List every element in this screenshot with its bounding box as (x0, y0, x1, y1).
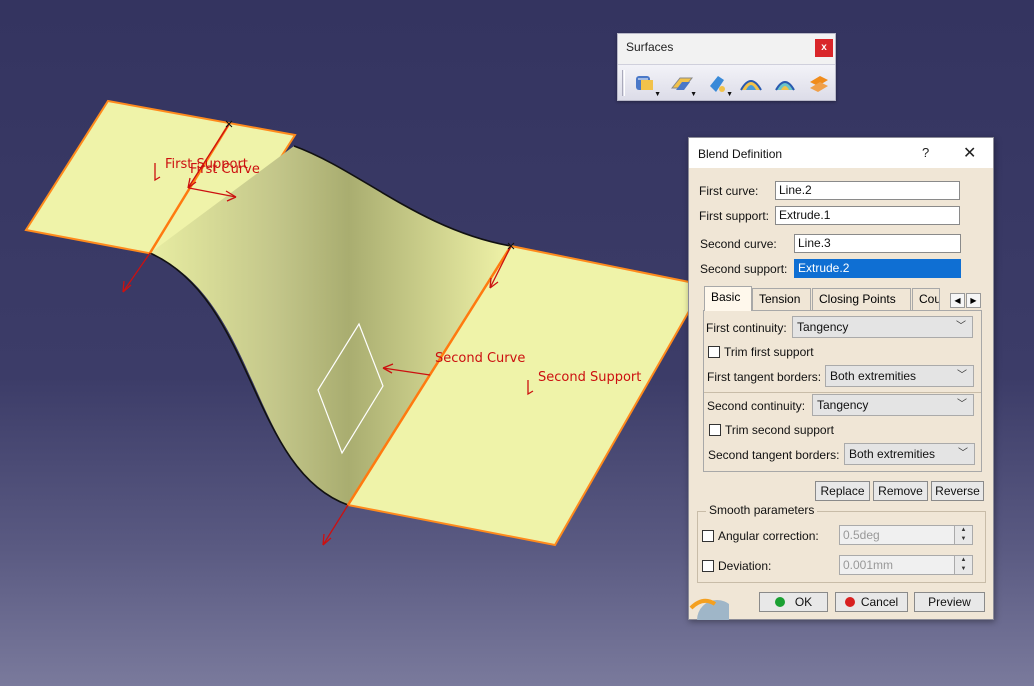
first-curve-label: First curve: (699, 184, 759, 198)
second-tangent-borders-label: Second tangent borders: (708, 448, 840, 462)
smooth-parameters-title: Smooth parameters (706, 503, 818, 517)
cancel-icon (844, 597, 855, 607)
ok-button[interactable]: OK (759, 592, 828, 612)
first-continuity-label: First continuity: (706, 321, 787, 335)
angular-correction-label: Angular correction: (718, 529, 819, 543)
replace-button[interactable]: Replace (815, 481, 870, 501)
dialog-titlebar[interactable]: Blend Definition ? ✕ (689, 138, 993, 168)
surfaces-toolbar[interactable]: Surfaces x ▼ ▼ ▼ (617, 33, 836, 101)
cancel-button[interactable]: Cancel (835, 592, 908, 612)
cancel-label: Cancel (860, 595, 899, 609)
chevron-down-icon: ﹀ (957, 370, 967, 381)
sweep-icon[interactable] (738, 70, 764, 98)
tab-scroll-right-button[interactable]: ▶ (966, 293, 981, 308)
first-curve-label: First Curve (190, 162, 260, 177)
remove-button[interactable]: Remove (873, 481, 928, 501)
ok-label: OK (794, 595, 813, 609)
dialog-title: Blend Definition (698, 147, 783, 161)
basic-tab-panel: First continuity: Tangency ﹀ Trim first … (703, 310, 982, 472)
multi-section-group-icon[interactable]: ▼ (704, 70, 733, 98)
first-tangent-borders-label: First tangent borders: (707, 370, 822, 384)
trim-first-support-label: Trim first support (724, 345, 814, 359)
blend-definition-dialog[interactable]: Blend Definition ? ✕ First curve: Line.2… (688, 137, 994, 620)
angular-correction-checkbox[interactable] (702, 530, 714, 542)
extrapolate-icon[interactable] (806, 70, 832, 98)
offset-icon[interactable] (772, 70, 798, 98)
tab-basic[interactable]: Basic (704, 286, 752, 311)
first-support-field[interactable]: Extrude.1 (775, 206, 960, 225)
deviation-value: 0.001mm (843, 558, 894, 572)
deviation-spinner[interactable]: 0.001mm ▲ ▼ (839, 555, 973, 575)
second-support-label: Second Support (538, 370, 641, 385)
tab-scroll-left-button[interactable]: ◀ (950, 293, 965, 308)
tab-closing-points[interactable]: Closing Points (812, 288, 911, 310)
trim-second-support-label: Trim second support (725, 423, 834, 437)
second-tangent-borders-select[interactable]: Both extremities ﹀ (844, 443, 975, 465)
reverse-button[interactable]: Reverse (931, 481, 984, 501)
second-curve-label: Second Curve (435, 351, 525, 366)
preview-button[interactable]: Preview (914, 592, 985, 612)
first-support-label: First support: (699, 209, 770, 223)
spin-down-icon[interactable]: ▼ (954, 535, 972, 544)
second-continuity-label: Second continuity: (707, 399, 806, 413)
spin-up-icon[interactable]: ▲ (954, 556, 972, 565)
second-curve-field[interactable]: Line.3 (794, 234, 961, 253)
tab-coupling[interactable]: Cou (912, 288, 940, 310)
second-support-label: Second support: (700, 262, 788, 276)
spin-down-icon[interactable]: ▼ (954, 565, 972, 574)
first-continuity-value: Tangency (797, 320, 849, 334)
toolbar-close-button[interactable]: x (815, 39, 833, 57)
spin-up-icon[interactable]: ▲ (954, 526, 972, 535)
blend-group-icon[interactable]: ▼ (632, 70, 661, 98)
second-curve-label: Second curve: (700, 237, 777, 251)
chevron-down-icon: ﹀ (957, 399, 967, 410)
first-continuity-select[interactable]: Tangency ﹀ (792, 316, 973, 338)
compass-decoration-icon (689, 598, 729, 620)
trim-first-support-checkbox[interactable] (708, 346, 720, 358)
tab-tension[interactable]: Tension (752, 288, 811, 310)
angular-correction-value: 0.5deg (843, 528, 880, 542)
toolbar-grip-handle[interactable] (622, 70, 625, 96)
smooth-parameters-group: Smooth parameters Angular correction: 0.… (697, 503, 986, 583)
second-tangent-borders-value: Both extremities (849, 447, 936, 461)
toolbar-body: ▼ ▼ ▼ (618, 64, 835, 100)
chevron-down-icon: ﹀ (956, 321, 966, 332)
first-tangent-borders-select[interactable]: Both extremities ﹀ (825, 365, 974, 387)
second-support-field[interactable]: Extrude.2 (794, 259, 961, 278)
toolbar-title: Surfaces (626, 40, 674, 54)
angular-correction-spinner[interactable]: 0.5deg ▲ ▼ (839, 525, 973, 545)
ok-icon (774, 597, 785, 607)
second-continuity-value: Tangency (817, 398, 869, 412)
first-curve-field[interactable]: Line.2 (775, 181, 960, 200)
first-tangent-borders-value: Both extremities (830, 369, 917, 383)
deviation-label: Deviation: (718, 559, 772, 573)
trim-second-support-checkbox[interactable] (709, 424, 721, 436)
deviation-checkbox[interactable] (702, 560, 714, 572)
close-button[interactable]: ✕ (963, 143, 976, 163)
second-continuity-select[interactable]: Tangency ﹀ (812, 394, 974, 416)
chevron-down-icon: ﹀ (958, 448, 968, 459)
help-button[interactable]: ? (922, 145, 929, 160)
fill-group-icon[interactable]: ▼ (668, 70, 697, 98)
